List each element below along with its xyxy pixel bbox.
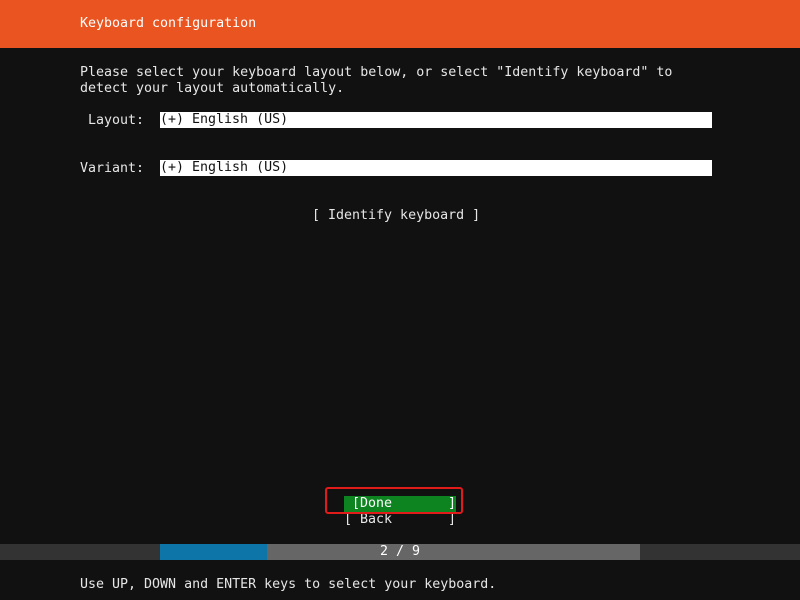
back-close-bracket: ]: [448, 512, 457, 527]
progress-track: 2 / 9: [160, 544, 640, 560]
done-label: Done: [360, 496, 393, 511]
identify-keyboard-button[interactable]: [ Identify keyboard ]: [312, 208, 480, 224]
header-bar: Keyboard configuration: [0, 0, 800, 48]
instructions-text: Please select your keyboard layout below…: [80, 65, 673, 96]
done-button[interactable]: [ Done ]: [344, 496, 456, 512]
done-open-bracket: [: [352, 496, 361, 511]
page-title: Keyboard configuration: [80, 16, 257, 31]
back-button[interactable]: [ Back ]: [344, 512, 456, 528]
installer-screen: Keyboard configuration Please select you…: [0, 0, 800, 600]
variant-label: Variant:: [80, 161, 145, 176]
back-open-bracket: [: [344, 512, 353, 527]
done-close-bracket: ]: [448, 496, 457, 511]
back-label: Back: [360, 512, 393, 527]
variant-select[interactable]: (+) English (US): [160, 160, 712, 176]
progress-band: 2 / 9: [0, 544, 800, 560]
layout-select[interactable]: (+) English (US): [160, 112, 712, 128]
progress-text: 2 / 9: [379, 544, 421, 559]
layout-label: Layout:: [88, 113, 145, 128]
footer-hint: Use UP, DOWN and ENTER keys to select yo…: [80, 577, 497, 592]
